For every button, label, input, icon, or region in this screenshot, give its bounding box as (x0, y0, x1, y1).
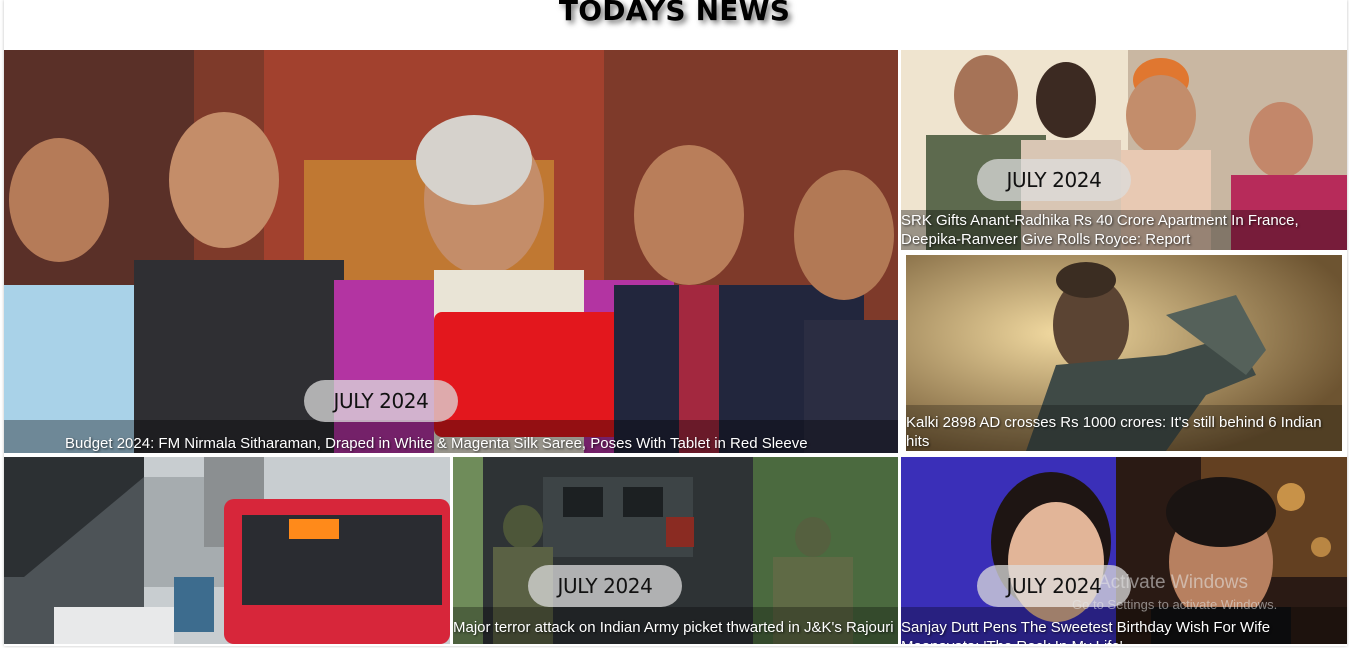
news-card-srk[interactable]: JULY 2024 SRK Gifts Anant-Radhika Rs 40 … (901, 50, 1347, 250)
news-headline[interactable]: Budget 2024: FM Nirmala Sitharaman, Drap… (65, 434, 898, 453)
news-headline[interactable]: Major terror attack on Indian Army picke… (453, 618, 898, 637)
date-badge: JULY 2024 (304, 380, 458, 422)
news-card-kalki[interactable]: Kalki 2898 AD crosses Rs 1000 crores: It… (906, 255, 1342, 451)
date-badge: JULY 2024 (977, 159, 1131, 201)
news-headline[interactable]: Kalki 2898 AD crosses Rs 1000 crores: It… (906, 413, 1342, 451)
news-card-bus[interactable] (4, 457, 450, 644)
activate-windows-subtitle: Go to Settings to activate Windows. (1072, 597, 1278, 612)
page-title: TODAYS NEWS (558, 0, 791, 27)
activate-windows-title: Activate Windows (1098, 572, 1248, 593)
news-card-army[interactable]: JULY 2024 Major terror attack on Indian … (453, 457, 898, 644)
news-headline[interactable]: SRK Gifts Anant-Radhika Rs 40 Crore Apar… (901, 211, 1347, 249)
news-card-budget[interactable]: JULY 2024 Budget 2024: FM Nirmala Sithar… (4, 50, 898, 453)
date-badge: JULY 2024 (528, 565, 682, 607)
news-image-sanjay (901, 457, 1347, 644)
news-card-sanjay[interactable]: JULY 2024 Sanjay Dutt Pens The Sweetest … (901, 457, 1347, 644)
news-image-bus (4, 457, 450, 644)
news-image-army (453, 457, 898, 644)
news-headline[interactable]: Sanjay Dutt Pens The Sweetest Birthday W… (901, 618, 1347, 644)
